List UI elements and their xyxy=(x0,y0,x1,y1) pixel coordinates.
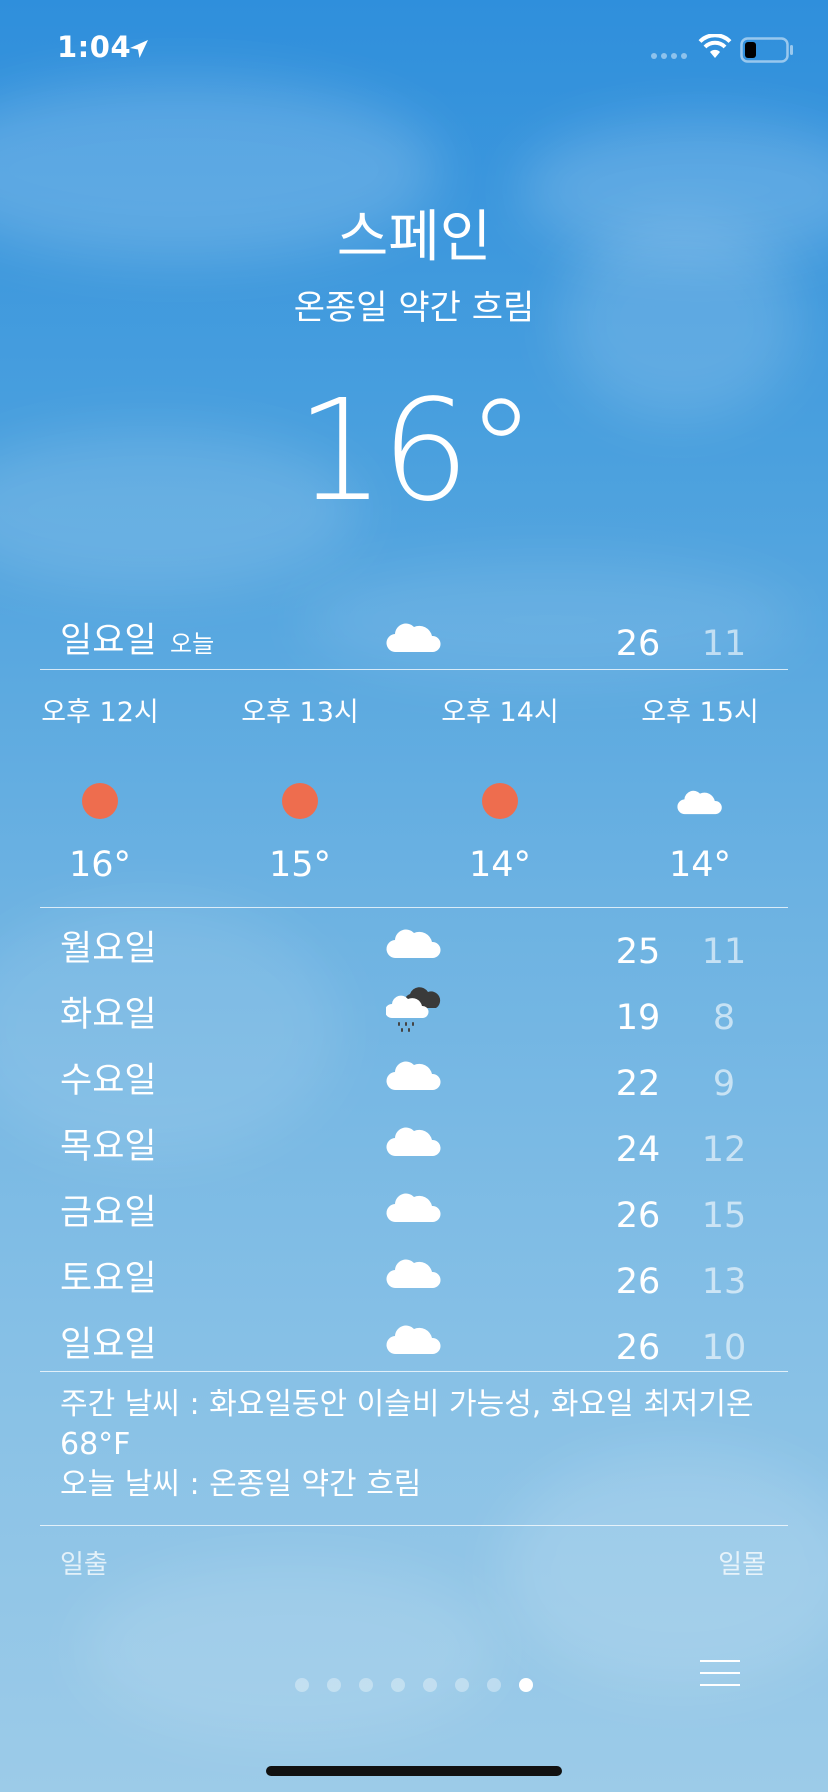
sun-times: 일출 일몰 xyxy=(0,1544,828,1584)
daily-row: 토요일 26 13 xyxy=(0,1250,828,1312)
list-icon xyxy=(700,1684,740,1686)
today-high: 26 xyxy=(615,624,661,664)
day-low: 13 xyxy=(701,1262,747,1302)
hour-time: 오후 12시 xyxy=(41,697,159,728)
sun-icon xyxy=(282,783,318,819)
page-dot[interactable] xyxy=(487,1678,501,1692)
daily-row: 목요일 24 12 xyxy=(0,1118,828,1180)
cloud-icon xyxy=(386,929,441,959)
page-dot-active[interactable] xyxy=(519,1678,533,1692)
list-icon xyxy=(700,1660,740,1662)
hour-temp: 14° xyxy=(468,845,532,885)
current-condition: 온종일 약간 흐림 xyxy=(293,288,535,328)
day-low: 15 xyxy=(701,1196,747,1236)
home-indicator[interactable] xyxy=(266,1766,562,1776)
daily-row: 금요일 26 15 xyxy=(0,1184,828,1246)
today-summary-row: 일요일 오늘 26 11 xyxy=(0,610,828,670)
page-dot[interactable] xyxy=(391,1678,405,1692)
rain-cloud-icon xyxy=(386,987,441,1032)
cloud-icon xyxy=(386,1193,441,1223)
hour-temp: 15° xyxy=(268,845,332,885)
day-name: 일요일 xyxy=(60,1325,157,1365)
day-name: 월요일 xyxy=(60,929,157,969)
cloud-icon xyxy=(386,1325,441,1355)
battery-icon xyxy=(740,37,793,63)
cloud-icon xyxy=(386,1259,441,1289)
cloud-icon xyxy=(386,1061,441,1091)
daily-row: 수요일 22 9 xyxy=(0,1052,828,1114)
sun-icon xyxy=(82,783,118,819)
page-dot[interactable] xyxy=(327,1678,341,1692)
hour-time: 오후 13시 xyxy=(241,697,359,728)
hour-time: 오후 15시 xyxy=(641,697,759,728)
hourly-item: 오후 12시 16° xyxy=(0,690,200,890)
daily-row: 월요일 25 11 xyxy=(0,920,828,982)
day-high: 26 xyxy=(615,1328,661,1368)
day-low: 9 xyxy=(712,1064,736,1104)
page-dot[interactable] xyxy=(423,1678,437,1692)
hourly-item: 오후 13시 15° xyxy=(200,690,400,890)
day-high: 19 xyxy=(615,998,661,1038)
sunrise-label: 일출 xyxy=(60,1550,108,1580)
day-name: 목요일 xyxy=(60,1127,157,1167)
today-low: 11 xyxy=(701,624,747,664)
hourly-item: 오후 15시 14° xyxy=(600,690,800,890)
day-high: 26 xyxy=(615,1196,661,1236)
daily-row: 일요일 26 10 xyxy=(0,1316,828,1378)
weather-summary: 주간 날씨 : 화요일동안 이슬비 가능성, 화요일 최저기온 68°F 오늘 … xyxy=(60,1385,780,1505)
city-list-button[interactable] xyxy=(700,1658,740,1690)
day-name: 토요일 xyxy=(60,1259,157,1299)
hourly-item: 오후 14시 14° xyxy=(400,690,600,890)
divider xyxy=(40,1371,788,1372)
city-name: 스페인 xyxy=(336,205,492,270)
status-bar: 1:04 xyxy=(0,0,828,100)
status-time: 1:04 xyxy=(57,30,132,64)
day-name: 금요일 xyxy=(60,1193,157,1233)
day-low: 8 xyxy=(712,998,736,1038)
today-label: 오늘 xyxy=(170,630,215,658)
day-name: 화요일 xyxy=(60,995,157,1035)
today-summary-text: 오늘 날씨 : 온종일 약간 흐림 xyxy=(60,1467,422,1502)
cloud-icon xyxy=(386,1127,441,1157)
day-high: 24 xyxy=(615,1130,661,1170)
current-temperature: 16° xyxy=(295,370,536,533)
page-dot[interactable] xyxy=(359,1678,373,1692)
day-low: 11 xyxy=(701,932,747,972)
hour-temp: 14° xyxy=(668,845,732,885)
divider xyxy=(40,907,788,908)
sunset-label: 일몰 xyxy=(718,1550,766,1580)
wifi-icon xyxy=(698,34,732,58)
hour-temp: 16° xyxy=(68,845,132,885)
day-high: 22 xyxy=(615,1064,661,1104)
daily-row: 화요일 19 8 xyxy=(0,986,828,1048)
location-arrow-icon xyxy=(130,40,148,58)
page-dot[interactable] xyxy=(295,1678,309,1692)
day-name: 수요일 xyxy=(60,1061,157,1101)
page-dot[interactable] xyxy=(455,1678,469,1692)
hour-time: 오후 14시 xyxy=(441,697,559,728)
sun-icon xyxy=(482,783,518,819)
cellular-signal-icon xyxy=(651,53,687,59)
cloud-icon xyxy=(386,623,441,653)
divider xyxy=(40,669,788,670)
day-low: 12 xyxy=(701,1130,747,1170)
day-high: 26 xyxy=(615,1262,661,1302)
day-high: 25 xyxy=(615,932,661,972)
cloud-icon xyxy=(677,790,722,815)
day-low: 10 xyxy=(701,1328,747,1368)
today-day-name: 일요일 xyxy=(60,621,157,661)
weekly-summary-text: 주간 날씨 : 화요일동안 이슬비 가능성, 화요일 최저기온 68°F xyxy=(60,1387,754,1462)
list-icon xyxy=(700,1672,740,1674)
divider xyxy=(40,1525,788,1526)
